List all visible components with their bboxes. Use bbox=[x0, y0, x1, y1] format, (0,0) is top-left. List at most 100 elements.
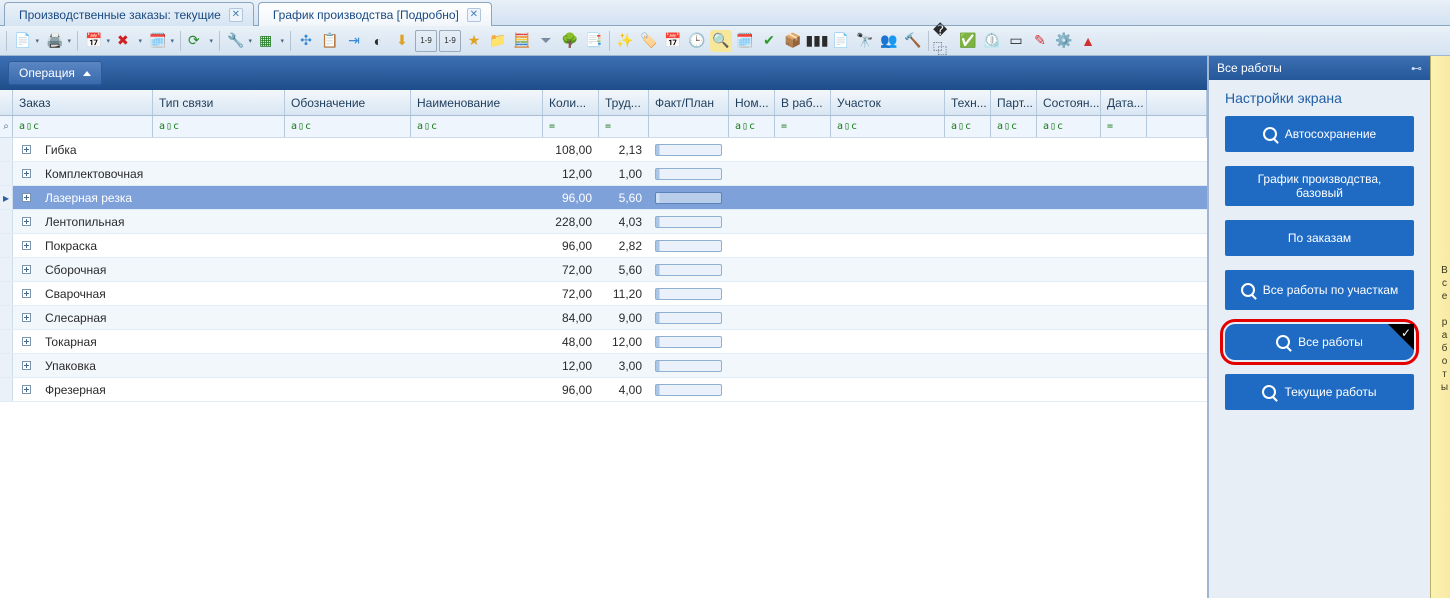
col-naim[interactable]: Наименование bbox=[411, 90, 543, 115]
table-row[interactable]: Слесарная84,009,00 bbox=[0, 306, 1207, 330]
toolbar-calendar-check-icon[interactable]: 🗓️ bbox=[734, 30, 756, 52]
screen-setting-button[interactable]: По заказам bbox=[1225, 220, 1414, 256]
table-row[interactable]: Комплектовочная12,001,00 bbox=[0, 162, 1207, 186]
tab-production-schedule[interactable]: График производства [Подробно] ✕ bbox=[258, 2, 492, 26]
toolbar-document-icon[interactable]: 📄 bbox=[11, 30, 41, 52]
col-trud[interactable]: Труд... bbox=[599, 90, 649, 115]
side-collapsed-tab[interactable]: Все работы bbox=[1430, 56, 1450, 598]
table-row[interactable]: Упаковка12,003,00 bbox=[0, 354, 1207, 378]
expand-icon[interactable] bbox=[13, 330, 39, 353]
toolbar-people-icon[interactable]: 👥 bbox=[878, 30, 900, 52]
toolbar-org-icon[interactable]: �⿻ bbox=[933, 30, 955, 52]
filter-nom[interactable]: a▯c bbox=[729, 116, 775, 137]
expand-icon[interactable] bbox=[13, 210, 39, 233]
expand-icon[interactable] bbox=[13, 186, 39, 209]
screen-setting-button[interactable]: Текущие работы bbox=[1225, 374, 1414, 410]
expand-icon[interactable] bbox=[13, 162, 39, 185]
filter-kol[interactable]: = bbox=[543, 116, 599, 137]
toolbar-gear-icon[interactable]: ⚙️ bbox=[1053, 30, 1075, 52]
toolbar-download-icon[interactable]: ⬇ bbox=[391, 30, 413, 52]
close-icon[interactable]: ✕ bbox=[467, 8, 481, 22]
filter-sost[interactable]: a▯c bbox=[1037, 116, 1101, 137]
pin-icon[interactable]: ⊷ bbox=[1411, 62, 1422, 75]
table-row[interactable]: ▸Лазерная резка96,005,60 bbox=[0, 186, 1207, 210]
filter-naim[interactable]: a▯c bbox=[411, 116, 543, 137]
expand-icon[interactable] bbox=[13, 258, 39, 281]
toolbar-notes-icon[interactable]: 📋 bbox=[319, 30, 341, 52]
toolbar-clock-icon[interactable]: 🕒 bbox=[686, 30, 708, 52]
toolbar-square-icon[interactable]: ▭ bbox=[1005, 30, 1027, 52]
toolbar-wand-icon[interactable]: ✨ bbox=[614, 30, 636, 52]
group-chip-operation[interactable]: Операция bbox=[8, 61, 102, 85]
toolbar-upred-icon[interactable]: ▲ bbox=[1077, 30, 1099, 52]
tab-production-orders[interactable]: Производственные заказы: текущие ✕ bbox=[4, 2, 254, 26]
screen-setting-button[interactable]: Все работы bbox=[1225, 324, 1414, 360]
table-row[interactable]: Покраска96,002,82 bbox=[0, 234, 1207, 258]
toolbar-tree-icon[interactable]: 🌳 bbox=[559, 30, 581, 52]
expand-icon[interactable] bbox=[13, 354, 39, 377]
filter-tekh[interactable]: a▯c bbox=[945, 116, 991, 137]
filter-trud[interactable]: = bbox=[599, 116, 649, 137]
group-panel[interactable]: Операция bbox=[0, 56, 1207, 90]
toolbar-folder-icon[interactable]: 📁 bbox=[487, 30, 509, 52]
expand-icon[interactable] bbox=[13, 378, 39, 401]
table-row[interactable]: Сборочная72,005,60 bbox=[0, 258, 1207, 282]
col-part[interactable]: Парт... bbox=[991, 90, 1037, 115]
toolbar-filtertree-icon[interactable]: 🧮 bbox=[511, 30, 533, 52]
toolbar-clipboard-icon[interactable]: 📑 bbox=[583, 30, 605, 52]
toolbar-binoculars-icon[interactable]: 🔭 bbox=[854, 30, 876, 52]
col-tekh[interactable]: Техн... bbox=[945, 90, 991, 115]
toolbar-search-icon[interactable]: 🔍 bbox=[710, 30, 732, 52]
toolbar-check-icon[interactable]: ✔ bbox=[758, 30, 780, 52]
filter-icon[interactable]: ⌕ bbox=[0, 116, 13, 137]
col-sost[interactable]: Состоян... bbox=[1037, 90, 1101, 115]
filter-vrab[interactable]: = bbox=[775, 116, 831, 137]
col-vrab[interactable]: В раб... bbox=[775, 90, 831, 115]
col-fakt[interactable]: Факт/План bbox=[649, 90, 729, 115]
toolbar-goto-icon[interactable]: ⇥ bbox=[343, 30, 365, 52]
screen-setting-button[interactable]: Все работы по участкам bbox=[1225, 270, 1414, 310]
col-tip[interactable]: Тип связи bbox=[153, 90, 285, 115]
toolbar-print-icon[interactable]: 🖨️ bbox=[43, 30, 73, 52]
col-uch[interactable]: Участок bbox=[831, 90, 945, 115]
toolbar-barcode-icon[interactable]: ▮▮▮ bbox=[806, 30, 828, 52]
filter-data[interactable]: = bbox=[1101, 116, 1147, 137]
expand-icon[interactable] bbox=[13, 138, 39, 161]
toolbar-checkcircle-icon[interactable]: ✅ bbox=[957, 30, 979, 52]
filter-uch[interactable]: a▯c bbox=[831, 116, 945, 137]
screen-setting-button[interactable]: График производства, базовый bbox=[1225, 166, 1414, 206]
col-oboz[interactable]: Обозначение bbox=[285, 90, 411, 115]
toolbar-calendar2-icon[interactable]: 📅 bbox=[662, 30, 684, 52]
filter-zakaz[interactable]: a▯c bbox=[13, 116, 153, 137]
col-data[interactable]: Дата... bbox=[1101, 90, 1147, 115]
toolbar-wrench-icon[interactable]: 🔧 bbox=[224, 30, 254, 52]
close-icon[interactable]: ✕ bbox=[229, 8, 243, 22]
toolbar-share-icon[interactable]: ✣ bbox=[295, 30, 317, 52]
toolbar-box-icon[interactable]: 📦 bbox=[782, 30, 804, 52]
toolbar-range2-icon[interactable]: 1-9 bbox=[439, 30, 461, 52]
table-row[interactable]: Сварочная72,0011,20 bbox=[0, 282, 1207, 306]
toolbar-pie-icon[interactable]: ◐ bbox=[367, 30, 389, 52]
filter-oboz[interactable]: a▯c bbox=[285, 116, 411, 137]
screen-setting-button[interactable]: Автосохранение bbox=[1225, 116, 1414, 152]
expand-icon[interactable] bbox=[13, 282, 39, 305]
toolbar-pencil-icon[interactable]: ✎ bbox=[1029, 30, 1051, 52]
col-zakaz[interactable]: Заказ bbox=[13, 90, 153, 115]
filter-part[interactable]: a▯c bbox=[991, 116, 1037, 137]
table-row[interactable]: Фрезерная96,004,00 bbox=[0, 378, 1207, 402]
toolbar-funnel-icon[interactable]: ⏷ bbox=[535, 30, 557, 52]
expand-icon[interactable] bbox=[13, 234, 39, 257]
toolbar-calendar-icon[interactable]: 📅 bbox=[82, 30, 112, 52]
toolbar-clock2-icon[interactable]: ⏲️ bbox=[981, 30, 1003, 52]
toolbar-doc2-icon[interactable]: 📄 bbox=[830, 30, 852, 52]
toolbar-calendar-refresh-icon[interactable]: 🗓️ bbox=[146, 30, 176, 52]
expand-icon[interactable] bbox=[13, 306, 39, 329]
toolbar-star-icon[interactable]: ★ bbox=[463, 30, 485, 52]
toolbar-hammer-icon[interactable]: 🔨 bbox=[902, 30, 924, 52]
toolbar-delete-icon[interactable]: ✖ bbox=[114, 30, 144, 52]
toolbar-range1-icon[interactable]: 1-9 bbox=[415, 30, 437, 52]
table-row[interactable]: Лентопильная228,004,03 bbox=[0, 210, 1207, 234]
toolbar-tag-icon[interactable]: 🏷️ bbox=[638, 30, 660, 52]
filter-tip[interactable]: a▯c bbox=[153, 116, 285, 137]
filter-fakt[interactable] bbox=[649, 116, 729, 137]
